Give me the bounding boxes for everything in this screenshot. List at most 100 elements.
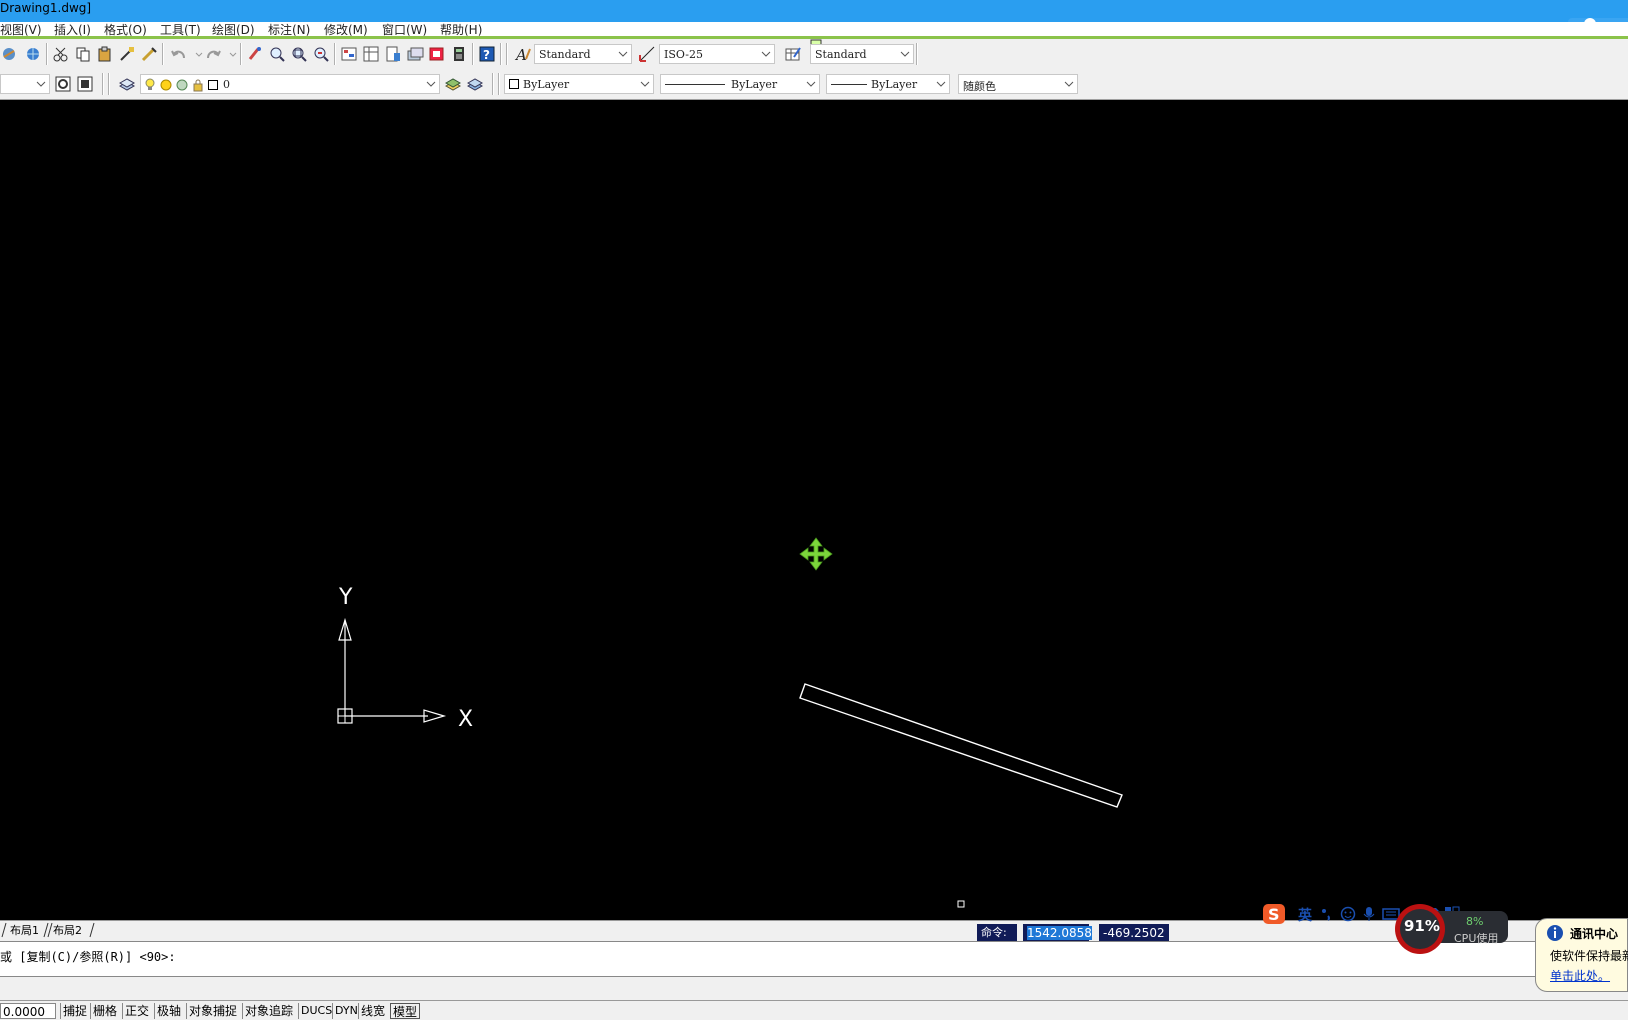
lock-icon[interactable] — [192, 78, 204, 92]
menu-insert[interactable]: 插入(I) — [54, 22, 91, 36]
cut-icon[interactable] — [52, 45, 70, 63]
drawing-canvas[interactable]: Y X — [0, 100, 1628, 920]
rectangle-object[interactable] — [799, 683, 1123, 808]
linetype-select[interactable]: ByLayer — [660, 74, 820, 94]
dim-style-icon[interactable] — [638, 45, 656, 63]
linetype-preview — [665, 84, 725, 85]
notification-link[interactable]: 单击此处。 — [1550, 967, 1610, 984]
layers-toolbar: 0 ByLayer ByLayer ByLayer 随颜色 — [0, 69, 1628, 100]
cpu-monitor-widget[interactable]: 91% 8% CPU使用 — [1392, 903, 1509, 954]
sogou-logo-icon[interactable]: S — [1262, 903, 1286, 925]
zoom-window-icon[interactable] — [290, 45, 308, 63]
command-line[interactable]: 或 [复制(C)/参照(R)] <90>: — [0, 941, 1628, 977]
coordinate-readout: 0.0000 — [0, 1003, 56, 1019]
globe-icon[interactable] — [24, 45, 42, 63]
info-icon — [1547, 925, 1563, 941]
layer-properties-icon[interactable] — [118, 75, 136, 93]
text-style-value: Standard — [539, 48, 591, 61]
tool-palettes-icon[interactable] — [384, 45, 402, 63]
help-icon[interactable]: ? — [478, 45, 496, 63]
menu-help[interactable]: 帮助(H) — [440, 22, 482, 36]
menu-modify[interactable]: 修改(M) — [324, 22, 368, 36]
coord-y-field[interactable]: -469.2502 — [1099, 924, 1169, 942]
zoom-previous-icon[interactable] — [312, 45, 330, 63]
calculator-icon[interactable] — [450, 45, 468, 63]
redo-dropdown-icon[interactable] — [228, 45, 238, 63]
sheet-set-icon[interactable] — [406, 45, 424, 63]
my-workspace-icon[interactable] — [76, 75, 94, 93]
ducs-toggle[interactable]: DUCS — [298, 1003, 334, 1019]
coord-x-value: 1542.0858 — [1027, 926, 1092, 940]
copy-icon[interactable] — [74, 45, 92, 63]
punctuation-icon[interactable] — [1320, 906, 1334, 922]
linetype-value: ByLayer — [731, 78, 778, 91]
text-style-select[interactable]: Standard — [534, 44, 632, 64]
ucs-y-label: Y — [338, 585, 353, 610]
dyn-toggle[interactable]: DYN — [332, 1003, 360, 1019]
snap-toggle[interactable]: 捕捉 — [60, 1003, 89, 1019]
notification-message: 使软件保持最新 — [1550, 949, 1628, 963]
markup-icon[interactable] — [428, 45, 446, 63]
title-bar: Drawing1.dwg] — [0, 0, 1628, 40]
ortho-toggle[interactable]: 正交 — [122, 1003, 151, 1019]
plot-style-select[interactable]: 随颜色 — [958, 74, 1078, 94]
menu-dimension[interactable]: 标注(N) — [268, 22, 310, 36]
layer-select[interactable]: 0 — [140, 74, 440, 94]
table-style-value: Standard — [815, 48, 867, 61]
status-bar: 0.0000 捕捉 栅格 正交 极轴 对象捕捉 对象追踪 DUCS DYN 线宽… — [0, 1000, 1628, 1019]
chevron-down-icon — [806, 81, 816, 87]
undo-dropdown-icon[interactable] — [194, 45, 204, 63]
chevron-down-icon — [36, 81, 46, 87]
otrack-toggle[interactable]: 对象追踪 — [242, 1003, 295, 1019]
tab-layout1[interactable]: 布局1 — [10, 922, 39, 938]
zoom-realtime-icon[interactable] — [268, 45, 286, 63]
chevron-down-icon — [936, 81, 946, 87]
layer-previous-icon[interactable] — [466, 75, 484, 93]
ucs-icon — [337, 617, 447, 724]
command-label: 命令: — [977, 924, 1017, 942]
emoji-icon[interactable] — [1340, 906, 1356, 922]
workspace-select[interactable] — [0, 74, 50, 94]
cpu-percent: 91% — [1404, 917, 1440, 935]
pan-realtime-icon[interactable] — [246, 45, 264, 63]
polar-toggle[interactable]: 极轴 — [154, 1003, 183, 1019]
menu-format[interactable]: 格式(O) — [104, 22, 147, 36]
workspace-settings-icon[interactable] — [54, 75, 72, 93]
redo-icon[interactable] — [204, 45, 222, 63]
bulb-icon[interactable] — [144, 78, 156, 92]
properties-icon[interactable] — [340, 45, 358, 63]
menu-window[interactable]: 窗口(W) — [382, 22, 427, 36]
lineweight-toggle[interactable]: 线宽 — [358, 1003, 387, 1019]
chevron-down-icon — [618, 51, 628, 57]
undo-icon[interactable] — [170, 45, 188, 63]
tab-layout2[interactable]: 布局2 — [53, 922, 82, 938]
menu-tools[interactable]: 工具(T) — [160, 22, 201, 36]
lineweight-select[interactable]: ByLayer — [826, 74, 950, 94]
match-properties-icon[interactable] — [118, 45, 136, 63]
microphone-icon[interactable] — [1362, 906, 1376, 922]
notification-title: 通讯中心 — [1570, 927, 1619, 941]
text-style-icon[interactable]: A — [514, 45, 532, 63]
viewport-freeze-icon[interactable] — [176, 79, 188, 91]
osnap-toggle[interactable]: 对象捕捉 — [186, 1003, 239, 1019]
communication-center-balloon[interactable]: 通讯中心 使软件保持最新 单击此处。 — [1535, 918, 1628, 992]
paste-icon[interactable] — [96, 45, 114, 63]
table-style-select[interactable]: Standard — [810, 44, 914, 64]
menu-draw[interactable]: 绘图(D) — [212, 22, 255, 36]
color-select[interactable]: ByLayer — [504, 74, 654, 94]
table-style-icon[interactable] — [784, 45, 802, 63]
brush-icon[interactable] — [140, 45, 158, 63]
menu-view[interactable]: 视图(V) — [0, 22, 42, 36]
coord-x-field[interactable]: 1542.0858 — [1023, 924, 1092, 942]
command-prompt: 或 [复制(C)/参照(R)] <90>: — [0, 950, 176, 964]
canvas-svg: Y X — [337, 537, 1123, 908]
ime-mode[interactable]: 英 — [1298, 905, 1312, 925]
make-current-layer-icon[interactable] — [444, 75, 462, 93]
dim-style-value: ISO-25 — [664, 48, 704, 61]
grid-toggle[interactable]: 栅格 — [90, 1003, 119, 1019]
publish-icon[interactable] — [0, 45, 18, 63]
model-toggle[interactable]: 模型 — [390, 1003, 421, 1019]
design-center-icon[interactable] — [362, 45, 380, 63]
dim-style-select[interactable]: ISO-25 — [659, 44, 775, 64]
sun-icon[interactable] — [160, 79, 172, 91]
